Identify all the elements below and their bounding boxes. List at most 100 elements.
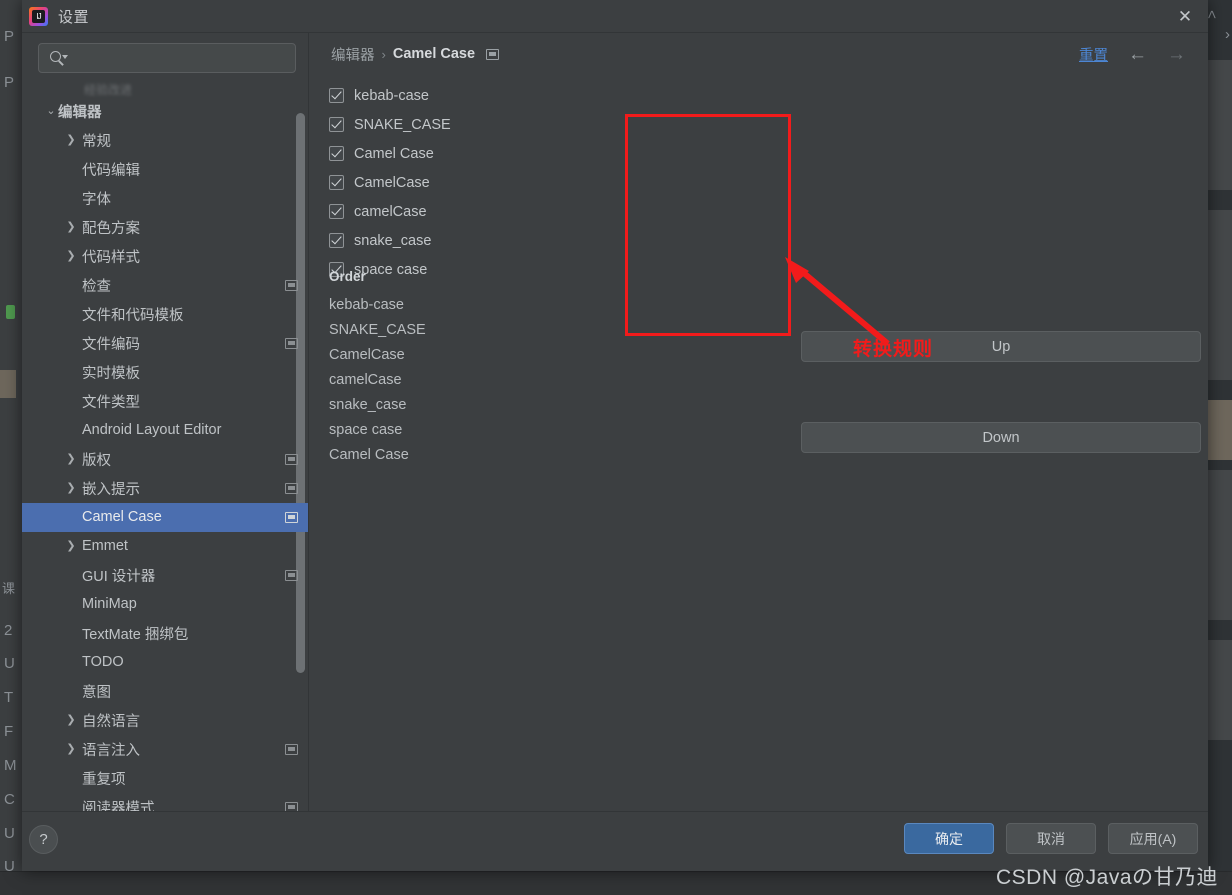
- sidebar-item-label: TextMate 捆绑包: [82, 626, 189, 643]
- sidebar-partial-item: 经验改进: [84, 83, 133, 95]
- search-box[interactable]: [38, 43, 296, 73]
- sidebar-item-19[interactable]: TODO: [22, 648, 308, 677]
- breadcrumb-parent[interactable]: 编辑器: [331, 44, 375, 65]
- order-list-item[interactable]: kebab-case: [329, 293, 426, 318]
- chevron-right-icon[interactable]: ❯: [64, 453, 78, 465]
- order-list-item[interactable]: snake_case: [329, 393, 426, 418]
- order-list-item[interactable]: camelCase: [329, 368, 426, 393]
- sidebar-item-20[interactable]: 意图: [22, 677, 308, 706]
- settings-sync-icon[interactable]: [285, 337, 298, 349]
- sidebar-item-12[interactable]: ❯ 版权: [22, 445, 308, 474]
- move-down-button[interactable]: Down: [801, 422, 1201, 453]
- back-arrow-icon[interactable]: ←: [1128, 45, 1147, 64]
- checkbox-row-0[interactable]: kebab-case: [329, 81, 497, 110]
- sidebar-item-2[interactable]: 代码编辑: [22, 155, 308, 184]
- sidebar-item-label: 检查: [82, 278, 111, 295]
- checkbox-label: camelCase: [354, 203, 427, 220]
- sidebar-item-label: Android Layout Editor: [82, 422, 222, 439]
- sidebar-item-label: 常规: [82, 133, 111, 150]
- checkbox-label: snake_case: [354, 232, 432, 249]
- sidebar-item-16[interactable]: GUI 设计器: [22, 561, 308, 590]
- settings-sync-icon[interactable]: [285, 569, 298, 581]
- sidebar-item-label: 重复项: [82, 771, 126, 788]
- sidebar-item-15[interactable]: ❯ Emmet: [22, 532, 308, 561]
- chevron-right-icon[interactable]: ❯: [64, 743, 78, 755]
- forward-arrow-icon[interactable]: →: [1167, 45, 1186, 64]
- chevron-right-icon[interactable]: ❯: [64, 221, 78, 233]
- checkbox-icon[interactable]: [329, 117, 344, 132]
- sidebar-item-8[interactable]: 文件编码: [22, 329, 308, 358]
- breadcrumb-current: Camel Case: [392, 46, 476, 62]
- settings-sync-icon[interactable]: [285, 453, 298, 465]
- close-icon[interactable]: ✕: [1162, 0, 1208, 33]
- sidebar-item-3[interactable]: 字体: [22, 184, 308, 213]
- chevron-right-icon[interactable]: ❯: [64, 540, 78, 552]
- checkbox-row-2[interactable]: Camel Case: [329, 139, 497, 168]
- checkbox-row-3[interactable]: CamelCase: [329, 168, 497, 197]
- sidebar-item-14[interactable]: Camel Case: [22, 502, 308, 532]
- sidebar-item-9[interactable]: 实时模板: [22, 358, 308, 387]
- sidebar-item-21[interactable]: ❯ 自然语言: [22, 706, 308, 735]
- breadcrumb-separator-icon: ›: [381, 46, 386, 62]
- settings-sync-icon[interactable]: [285, 801, 298, 811]
- sidebar-item-6[interactable]: 检查: [22, 271, 308, 300]
- settings-sync-icon[interactable]: [285, 279, 298, 291]
- sidebar-item-17[interactable]: MiniMap: [22, 590, 308, 619]
- sidebar-item-label: 编辑器: [58, 104, 102, 121]
- chevron-right-icon[interactable]: ❯: [64, 714, 78, 726]
- sidebar-item-11[interactable]: Android Layout Editor: [22, 416, 308, 445]
- settings-sync-icon[interactable]: [486, 48, 500, 60]
- checkbox-icon[interactable]: [329, 175, 344, 190]
- sidebar-item-10[interactable]: 文件类型: [22, 387, 308, 416]
- checkbox-icon[interactable]: [329, 233, 344, 248]
- checkbox-row-4[interactable]: camelCase: [329, 197, 497, 226]
- checkbox-label: CamelCase: [354, 174, 430, 191]
- sidebar-item-5[interactable]: ❯ 代码样式: [22, 242, 308, 271]
- checkbox-icon[interactable]: [329, 146, 344, 161]
- order-title: Order: [329, 269, 366, 284]
- sidebar-item-13[interactable]: ❯ 嵌入提示: [22, 474, 308, 503]
- sidebar-item-4[interactable]: ❯ 配色方案: [22, 213, 308, 242]
- checkbox-row-1[interactable]: SNAKE_CASE: [329, 110, 497, 139]
- sidebar-item-1[interactable]: ❯ 常规: [22, 126, 308, 155]
- chevron-right-icon[interactable]: ❯: [64, 482, 78, 494]
- background-char: 课: [2, 581, 16, 596]
- chevron-down-icon[interactable]: ⌄: [44, 105, 58, 117]
- order-list-item[interactable]: space case: [329, 418, 426, 443]
- apply-button[interactable]: 应用(A): [1108, 823, 1198, 854]
- sidebar-item-22[interactable]: ❯ 语言注入: [22, 735, 308, 764]
- cancel-button[interactable]: 取消: [1006, 823, 1096, 854]
- sidebar-item-label: TODO: [82, 654, 124, 671]
- settings-sync-icon[interactable]: [285, 511, 298, 523]
- sidebar-item-7[interactable]: 文件和代码模板: [22, 300, 308, 329]
- checkbox-icon[interactable]: [329, 88, 344, 103]
- background-tan-marker: [0, 370, 16, 398]
- header-actions: 重置 ← →: [1079, 33, 1186, 75]
- sidebar-item-label: 实时模板: [82, 365, 140, 382]
- help-icon[interactable]: ?: [29, 825, 58, 854]
- settings-sync-icon[interactable]: [285, 743, 298, 755]
- order-list-item[interactable]: Camel Case: [329, 443, 426, 468]
- search-input[interactable]: [66, 50, 287, 66]
- footer-buttons: 确定 取消 应用(A): [904, 823, 1198, 854]
- sidebar-item-23[interactable]: 重复项: [22, 764, 308, 793]
- sidebar-item-18[interactable]: TextMate 捆绑包: [22, 619, 308, 648]
- sidebar-item-24[interactable]: 阅读器模式: [22, 793, 308, 811]
- watermark: CSDN @Javaの甘乃迪: [995, 866, 1218, 889]
- chevron-right-icon[interactable]: ❯: [64, 250, 78, 262]
- chevron-right-icon[interactable]: ❯: [64, 134, 78, 146]
- background-char: F: [4, 723, 14, 740]
- checkbox-row-5[interactable]: snake_case: [329, 226, 497, 255]
- checkbox-icon[interactable]: [329, 204, 344, 219]
- ok-button[interactable]: 确定: [904, 823, 994, 854]
- settings-sync-icon[interactable]: [285, 482, 298, 494]
- background-char: 2: [4, 622, 13, 639]
- reset-link[interactable]: 重置: [1079, 44, 1108, 65]
- background-char: T: [4, 689, 14, 706]
- order-list-item[interactable]: CamelCase: [329, 343, 426, 368]
- dialog-body: 经验改进 ⌄ 编辑器 ❯ 常规 代码编辑 字体 ❯ 配色方案 ❯ 代码样式 检查 文件和代码模板 文件编…: [22, 33, 1208, 811]
- order-list-item[interactable]: SNAKE_CASE: [329, 318, 426, 343]
- sidebar-item-label: MiniMap: [82, 596, 137, 613]
- background-char: P: [4, 28, 15, 45]
- sidebar-item-0[interactable]: ⌄ 编辑器: [22, 97, 308, 126]
